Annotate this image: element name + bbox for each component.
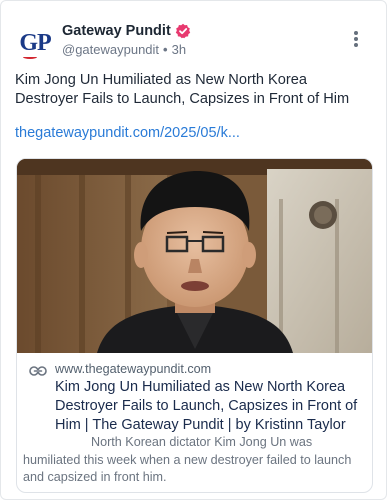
author-name[interactable]: Gateway Pundit [62,23,171,39]
article-thumbnail-image[interactable] [17,159,373,353]
link-icon [29,366,47,376]
link-preview-card[interactable]: www.thegatewaypundit.com Kim Jong Un Hum… [16,158,373,493]
post-text: Kim Jong Un Humiliated as New North Kore… [15,72,350,107]
author-identity: Gateway Pundit @gatewaypundit • 3h [62,21,191,57]
card-description: North Korean dictator Kim Jong Un was hu… [23,435,352,484]
avatar-swoosh [23,55,37,59]
post-header: GP Gateway Pundit @gatewaypundit • 3h [15,19,372,65]
more-vertical-icon[interactable] [348,27,364,51]
verified-badge-icon [175,23,191,39]
post-timestamp[interactable]: 3h [172,42,186,57]
card-domain: www.thegatewaypundit.com [55,362,212,376]
link-preview-body[interactable]: www.thegatewaypundit.com Kim Jong Un Hum… [17,357,372,492]
avatar-logo-text: GP [19,30,51,56]
post-card[interactable]: GP Gateway Pundit @gatewaypundit • 3h Ki… [0,0,387,500]
avatar[interactable]: GP [15,23,55,63]
card-title[interactable]: Kim Jong Un Humiliated as New North Kore… [55,378,362,435]
author-handle[interactable]: @gatewaypundit [62,42,159,57]
post-link[interactable]: thegatewaypundit.com/2025/05/k... [15,125,372,141]
separator-dot: • [163,42,168,57]
